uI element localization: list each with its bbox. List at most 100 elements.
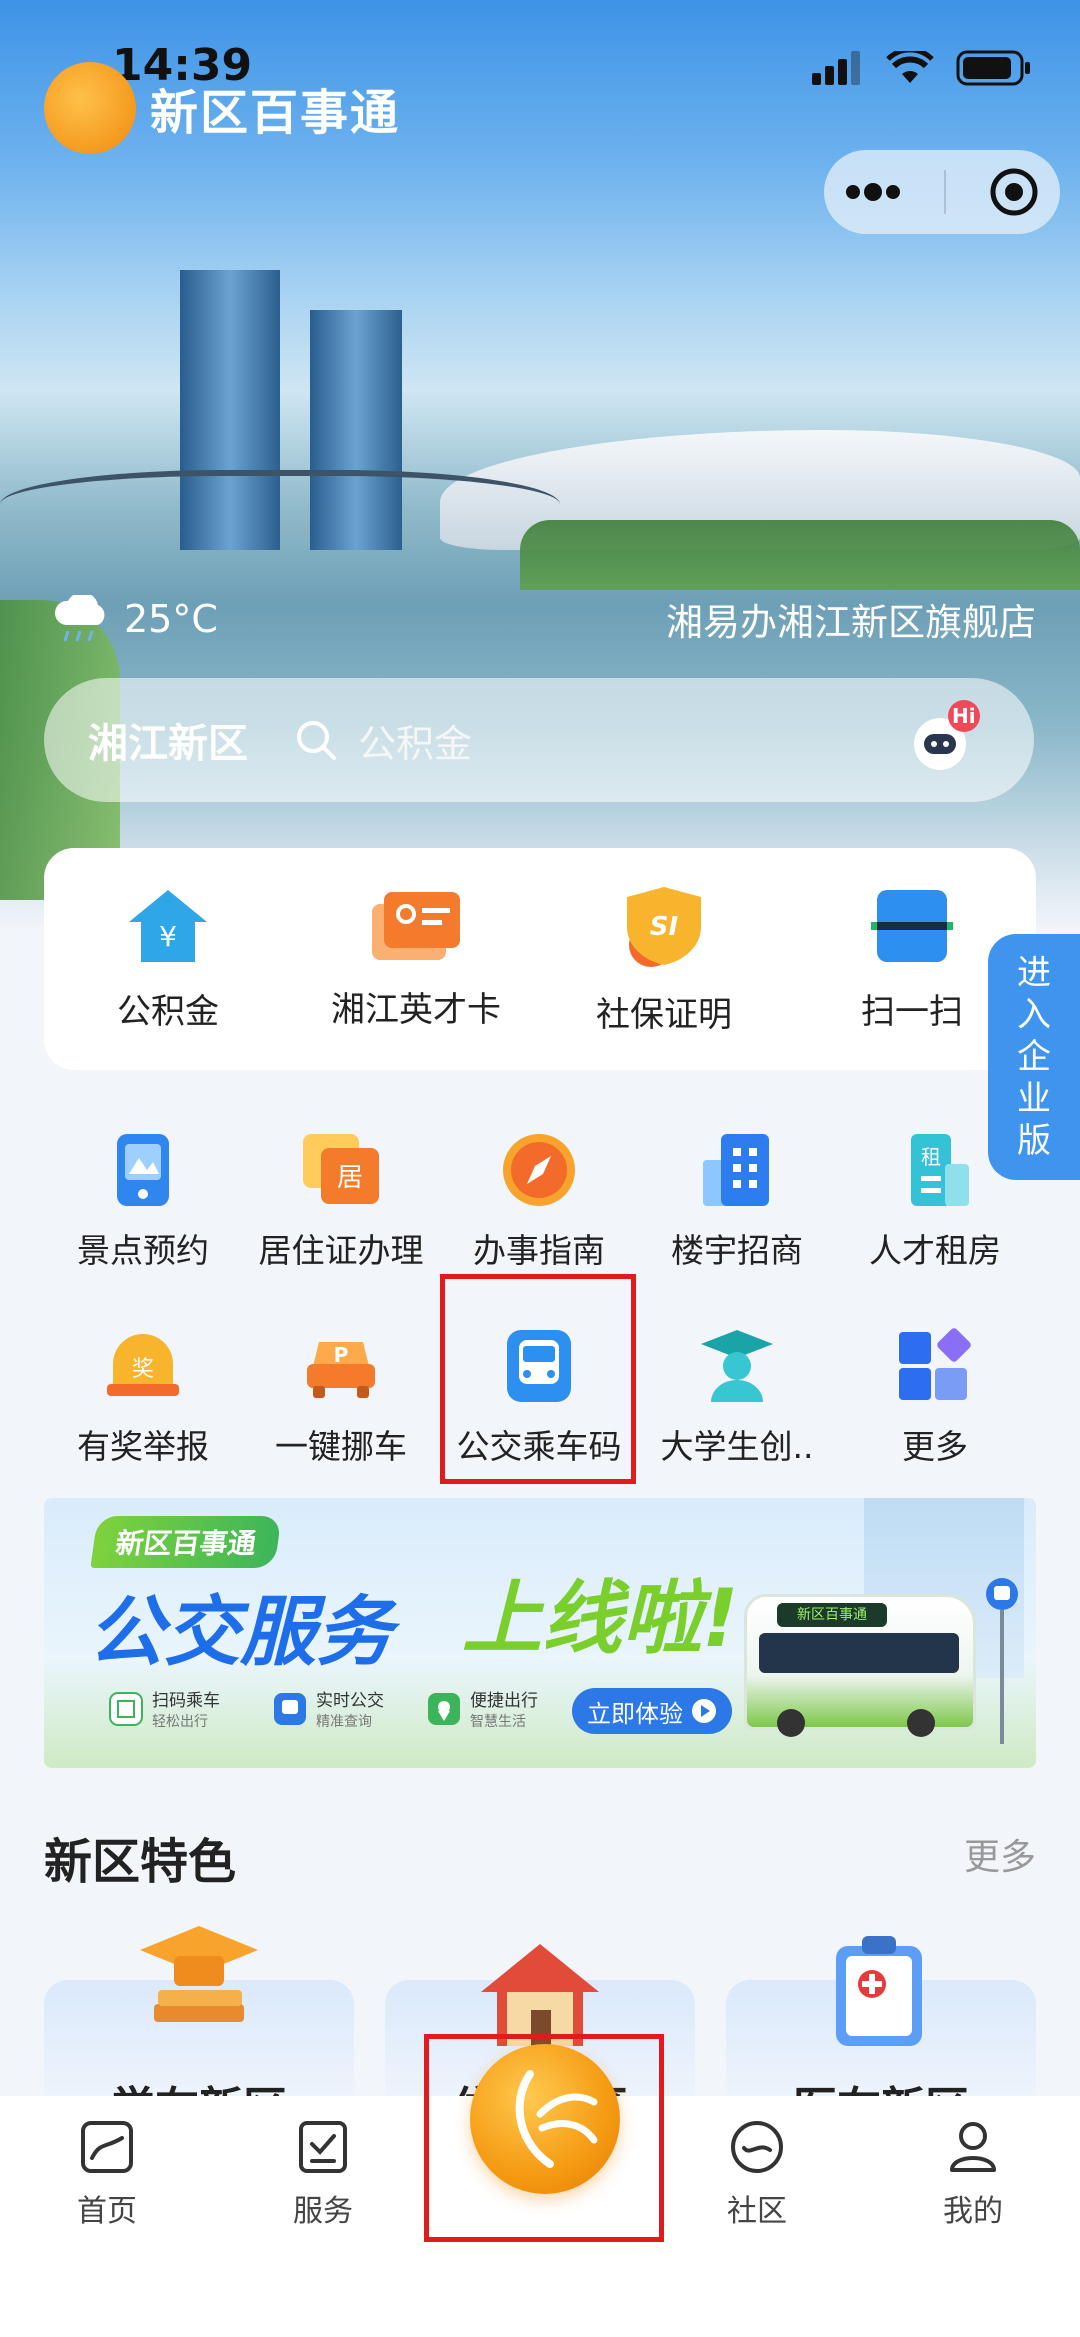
- svg-text:P: P: [334, 1343, 349, 1367]
- quick-actions-card: ¥ 公积金 湘江英才卡 SI 社保证明 扫一扫: [44, 848, 1036, 1070]
- service-label: 更多: [902, 1427, 968, 1466]
- tab-label: 我的: [943, 2194, 1003, 2229]
- tab-service[interactable]: 服务: [248, 2118, 398, 2230]
- housing-fund-icon: ¥: [129, 889, 207, 962]
- banner-feature-sub: 精准查询: [316, 1714, 372, 1730]
- banner-title-part1: 公交服务: [88, 1587, 392, 1676]
- banner-tag: 新区百事通: [90, 1516, 282, 1568]
- scenic-booking-icon: [117, 1134, 169, 1206]
- service-student-startup[interactable]: 大学生创..: [638, 1320, 836, 1516]
- compass-icon: [503, 1134, 575, 1206]
- banner-cta-button[interactable]: 立即体验: [572, 1688, 732, 1734]
- status-icons: [812, 50, 1032, 86]
- quick-action-housing-fund[interactable]: ¥ 公积金: [44, 848, 292, 1070]
- scan-icon: [871, 889, 953, 962]
- region-selector[interactable]: 湘江新区: [88, 711, 248, 769]
- bus-illustration: 新区百事通: [744, 1594, 976, 1737]
- talent-card-icon: [372, 891, 460, 960]
- service-label: 景点预约: [77, 1231, 209, 1270]
- wifi-icon: [886, 51, 934, 83]
- play-arrow-icon: [692, 1699, 716, 1723]
- service-scenic-reservation[interactable]: 景点预约: [44, 1124, 242, 1320]
- signal-icon: [812, 51, 860, 85]
- more-grid-icon: [899, 1328, 971, 1400]
- feature-card-education[interactable]: 学在新区: [44, 1926, 354, 2134]
- bus-service-banner[interactable]: 新区百事通 公交服务 上线啦! 扫码乘车轻松出行 实时公交精准查询 便捷出行智慧…: [44, 1498, 1036, 1768]
- section-title: 新区特色: [44, 1834, 237, 1890]
- robot-assistant-icon[interactable]: Hi: [906, 698, 986, 778]
- service-talent-rental[interactable]: 租 人才租房: [836, 1124, 1034, 1320]
- profile-icon: [950, 2122, 996, 2172]
- service-reward-report[interactable]: 奖 有奖举报: [44, 1320, 242, 1516]
- highlight-box-center-logo: [424, 2034, 664, 2242]
- tab-profile[interactable]: 我的: [898, 2118, 1048, 2230]
- quick-action-label: 社保证明: [596, 994, 732, 1035]
- section-more-link[interactable]: 更多: [964, 1828, 1036, 1880]
- service-icon: [299, 2121, 347, 2173]
- highlight-box-bus-code: [440, 1274, 636, 1484]
- store-name[interactable]: 湘易办湘江新区旗舰店: [666, 592, 1036, 646]
- scan-code-icon: [109, 1691, 143, 1726]
- social-security-icon: SI: [627, 886, 701, 967]
- more-dots-icon[interactable]: [845, 182, 901, 202]
- cloud-rain-icon: [55, 595, 105, 642]
- service-label: 有奖举报: [77, 1427, 209, 1466]
- service-more[interactable]: 更多: [836, 1320, 1034, 1516]
- quick-action-social-security[interactable]: SI 社保证明: [540, 848, 788, 1070]
- tab-label: 社区: [727, 2194, 787, 2229]
- banner-feature-title: 扫码乘车: [152, 1691, 220, 1711]
- close-target-icon[interactable]: [989, 167, 1039, 217]
- weather: 25°C: [52, 595, 218, 643]
- search-bar[interactable]: 湘江新区 公积金 Hi: [44, 678, 1034, 802]
- reward-icon: 奖: [107, 1334, 179, 1396]
- service-move-car[interactable]: P 一键挪车: [242, 1320, 440, 1516]
- graduation-cap-icon: [140, 1926, 258, 2022]
- banner-feature-title: 实时公交: [316, 1691, 384, 1711]
- service-label: 办事指南: [473, 1231, 605, 1270]
- banner-feature-sub: 智慧生活: [470, 1714, 526, 1730]
- service-residence-permit[interactable]: 居 居住证办理: [242, 1124, 440, 1320]
- banner-title-part2: 上线啦!: [462, 1572, 739, 1665]
- service-label: 一键挪车: [275, 1427, 407, 1466]
- banner-feature: 实时公交 精准查询: [272, 1686, 384, 1731]
- location-pin-icon: [428, 1692, 460, 1725]
- robot-badge: Hi: [952, 704, 976, 728]
- feature-card-medical[interactable]: 医在新区: [726, 1936, 1036, 2134]
- bus-wheel: [907, 1709, 935, 1737]
- service-building-investment[interactable]: 楼宇招商: [638, 1124, 836, 1320]
- battery-icon: [956, 50, 1030, 86]
- service-label: 居住证办理: [258, 1231, 424, 1270]
- service-label: 人才租房: [869, 1231, 1001, 1270]
- temperature: 25°C: [124, 597, 218, 641]
- tab-home[interactable]: 首页: [32, 2118, 182, 2230]
- miniprogram-capsule: [824, 150, 1060, 234]
- car-icon: P: [307, 1342, 375, 1398]
- svg-text:居: 居: [337, 1163, 363, 1193]
- residence-permit-icon: 居: [303, 1134, 379, 1204]
- svg-text:租: 租: [921, 1145, 941, 1169]
- realtime-bus-icon: [274, 1692, 306, 1725]
- search-input[interactable]: 公积金: [358, 713, 472, 768]
- building-icon: [703, 1134, 769, 1206]
- bus-windows: [759, 1633, 959, 1673]
- app-logo-icon: [44, 62, 136, 154]
- bridge-image: [0, 470, 560, 556]
- service-label: 大学生创..: [660, 1427, 814, 1466]
- tab-label: 首页: [77, 2194, 137, 2229]
- medical-clipboard-icon: [836, 1936, 922, 2046]
- banner-feature-sub: 轻松出行: [152, 1714, 208, 1730]
- rental-building-icon: 租: [911, 1134, 969, 1206]
- capsule-divider: [943, 170, 946, 214]
- quick-action-label: 公积金: [117, 991, 219, 1032]
- quick-action-talent-card[interactable]: 湘江英才卡: [292, 848, 540, 1070]
- tab-community[interactable]: 社区: [682, 2118, 832, 2230]
- service-label: 楼宇招商: [671, 1231, 803, 1270]
- app-logo: 新区百事通: [44, 62, 400, 154]
- banner-cta-label: 立即体验: [587, 1699, 683, 1728]
- home-icon: [81, 2121, 133, 2173]
- banner-feature-title: 便捷出行: [470, 1691, 538, 1711]
- bus-wheel: [777, 1709, 805, 1737]
- bus-sign: 新区百事通: [777, 1603, 887, 1627]
- trees-image: [520, 520, 1080, 590]
- banner-feature: 便捷出行 智慧生活: [426, 1686, 538, 1731]
